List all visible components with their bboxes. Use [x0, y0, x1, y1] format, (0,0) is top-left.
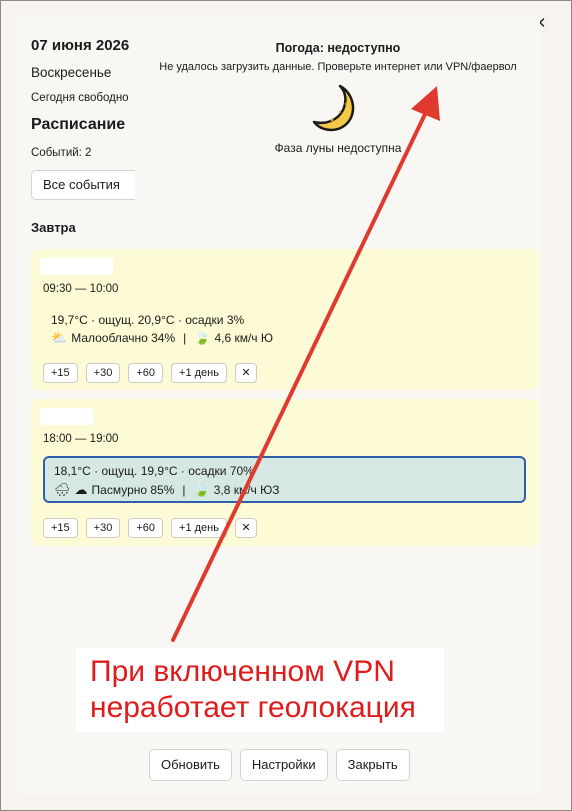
- snooze-30-button[interactable]: +30: [85, 518, 121, 538]
- sky-condition: Малооблачно 34%: [71, 331, 176, 345]
- annotation-note: При включенном VPN неработает геолокация: [76, 648, 444, 732]
- close-button[interactable]: Закрыть: [335, 749, 410, 781]
- snooze-60-button[interactable]: +60: [128, 518, 164, 538]
- event-weather-temp: 18,1°C · ощущ. 19,9°C · осадки 70%: [54, 464, 254, 478]
- event-weather-details: 🌧 ☁ Пасмурно 85% | 🍃 3,8 км/ч ЮЗ: [54, 482, 280, 498]
- weather-error-text: Не удалось загрузить данные. Проверьте и…: [159, 61, 517, 73]
- wind-speed: 3,8 км/ч ЮЗ: [213, 483, 280, 497]
- crescent-moon-icon: [312, 84, 355, 132]
- snooze-buttons: +15 +30 +60 +1 день ✕: [43, 363, 257, 383]
- event-weather-details: ⛅ Малооблачно 34% | 🍃 4,6 км/ч Ю: [51, 330, 273, 346]
- cloud-icon: ☁: [74, 482, 88, 497]
- moon-phase-text: Фаза луны недоступна: [274, 141, 402, 155]
- dismiss-button[interactable]: ✕: [234, 518, 257, 538]
- sky-condition: Пасмурно 85%: [91, 483, 175, 497]
- partly-cloudy-icon: ⛅: [51, 330, 68, 345]
- separator: |: [183, 331, 187, 345]
- snooze-day-button[interactable]: +1 день: [171, 518, 227, 538]
- bottom-actions: Обновить Настройки Закрыть: [149, 749, 410, 781]
- annotation-line-1: При включенном VPN: [90, 655, 395, 688]
- events-count: Событий: 2: [31, 147, 92, 159]
- snooze-buttons: +15 +30 +60 +1 день ✕: [43, 518, 257, 538]
- event-card[interactable]: 09:30 — 10:00 19,7°C · ощущ. 20,9°C · ос…: [31, 249, 539, 390]
- weather-title: Погода: недоступно: [275, 41, 401, 55]
- refresh-button[interactable]: Обновить: [149, 749, 232, 781]
- settings-button[interactable]: Настройки: [239, 749, 328, 781]
- weekday: Воскресенье: [31, 65, 112, 80]
- today-status: Сегодня свободно: [31, 92, 129, 104]
- events-filter-dropdown[interactable]: Все события: [31, 170, 135, 200]
- snooze-15-button[interactable]: +15: [43, 518, 78, 538]
- leaf-wind-icon: 🍃: [193, 482, 210, 497]
- annotation-line-2: неработает геолокация: [90, 691, 416, 724]
- event-time: 18:00 — 19:00: [43, 433, 119, 445]
- event-card[interactable]: 18:00 — 19:00 18,1°C · ощущ. 19,9°C · ос…: [31, 399, 539, 546]
- separator: |: [182, 483, 186, 497]
- schedule-title: Расписание: [31, 116, 126, 133]
- event-weather-temp: 19,7°C · ощущ. 20,9°C · осадки 3%: [51, 313, 245, 327]
- event-title-redacted: [40, 258, 113, 275]
- wind-speed: 4,6 км/ч Ю: [214, 331, 274, 345]
- tomorrow-section-label: Завтра: [31, 220, 76, 235]
- snooze-30-button[interactable]: +30: [85, 363, 121, 383]
- dismiss-button[interactable]: ✕: [234, 363, 257, 383]
- event-time: 09:30 — 10:00: [43, 283, 119, 295]
- rain-cloud-icon: 🌧: [54, 482, 71, 497]
- snooze-day-button[interactable]: +1 день: [171, 363, 227, 383]
- snooze-60-button[interactable]: +60: [128, 363, 164, 383]
- current-date: 07 июня 2026: [31, 37, 130, 54]
- leaf-wind-icon: 🍃: [194, 330, 211, 345]
- snooze-15-button[interactable]: +15: [43, 363, 78, 383]
- event-title-redacted: [40, 408, 93, 425]
